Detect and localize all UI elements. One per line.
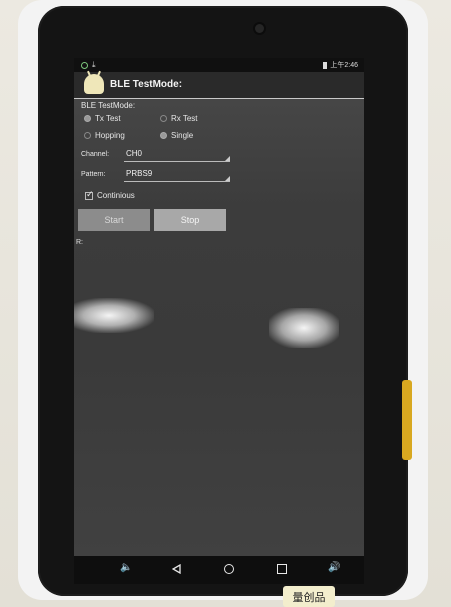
action-bar: BLE TestMode: (74, 72, 364, 99)
status-bar: ⤓ 上午2:46 (74, 58, 364, 72)
volume-down-icon[interactable]: 🔈 (120, 562, 132, 573)
radio-circle-icon (84, 132, 91, 139)
radio-hopping[interactable]: Hopping (84, 131, 125, 140)
screen-glare (269, 308, 339, 348)
device-screen: ⤓ 上午2:46 BLE TestMode: BLE TestMode: Tx … (74, 58, 364, 556)
radio-rx-test[interactable]: Rx Test (160, 114, 198, 123)
home-icon[interactable] (224, 564, 234, 574)
screen-glare (74, 298, 154, 333)
recents-icon[interactable] (277, 564, 287, 574)
dropdown-arrow-icon (225, 156, 230, 161)
radio-circle-icon (160, 132, 167, 139)
result-label: R: (76, 239, 83, 246)
continuous-checkbox[interactable]: ✓ (85, 188, 94, 200)
radio-label: Hopping (95, 131, 125, 140)
pattern-label: Pattern: (81, 171, 106, 178)
channel-value: CH0 (126, 149, 143, 158)
continuous-checkbox-row[interactable]: ✓ Continious (85, 188, 135, 200)
status-icons-left: ⤓ (81, 60, 96, 70)
device-sticker: 量创品 (283, 586, 335, 607)
channel-spinner[interactable]: CH0 (124, 147, 230, 162)
status-icons-right: 上午2:46 (323, 60, 358, 70)
check-icon: ✓ (86, 188, 94, 199)
radio-label: Rx Test (171, 114, 198, 123)
radio-circle-icon (84, 115, 91, 122)
status-time: 上午2:46 (330, 62, 358, 69)
sticker-text: 量创品 (292, 591, 326, 604)
stop-button[interactable]: Stop (154, 209, 226, 231)
pattern-value: PRBS9 (126, 169, 153, 178)
battery-icon (323, 61, 328, 69)
radio-single[interactable]: Single (160, 131, 193, 140)
continuous-label: Continious (97, 191, 135, 200)
navigation-bar: 🔈 🔊 (74, 556, 364, 584)
radio-label: Tx Test (95, 114, 121, 123)
channel-label: Channel: (81, 151, 110, 158)
back-icon[interactable] (172, 564, 181, 574)
dropdown-arrow-icon (225, 176, 230, 181)
pattern-spinner[interactable]: PRBS9 (124, 167, 230, 182)
android-app-icon[interactable] (84, 74, 104, 94)
start-button[interactable]: Start (78, 209, 150, 231)
section-label: BLE TestMode: (81, 101, 136, 110)
radio-label: Single (171, 131, 194, 140)
download-icon: ⤓ (92, 60, 96, 69)
tape-strip (402, 380, 412, 460)
radio-tx-test[interactable]: Tx Test (84, 114, 121, 123)
sync-icon (81, 61, 88, 69)
front-camera (255, 24, 264, 33)
radio-circle-icon (160, 115, 167, 122)
volume-up-icon[interactable]: 🔊 (328, 562, 340, 573)
app-title: BLE TestMode: (110, 79, 183, 90)
